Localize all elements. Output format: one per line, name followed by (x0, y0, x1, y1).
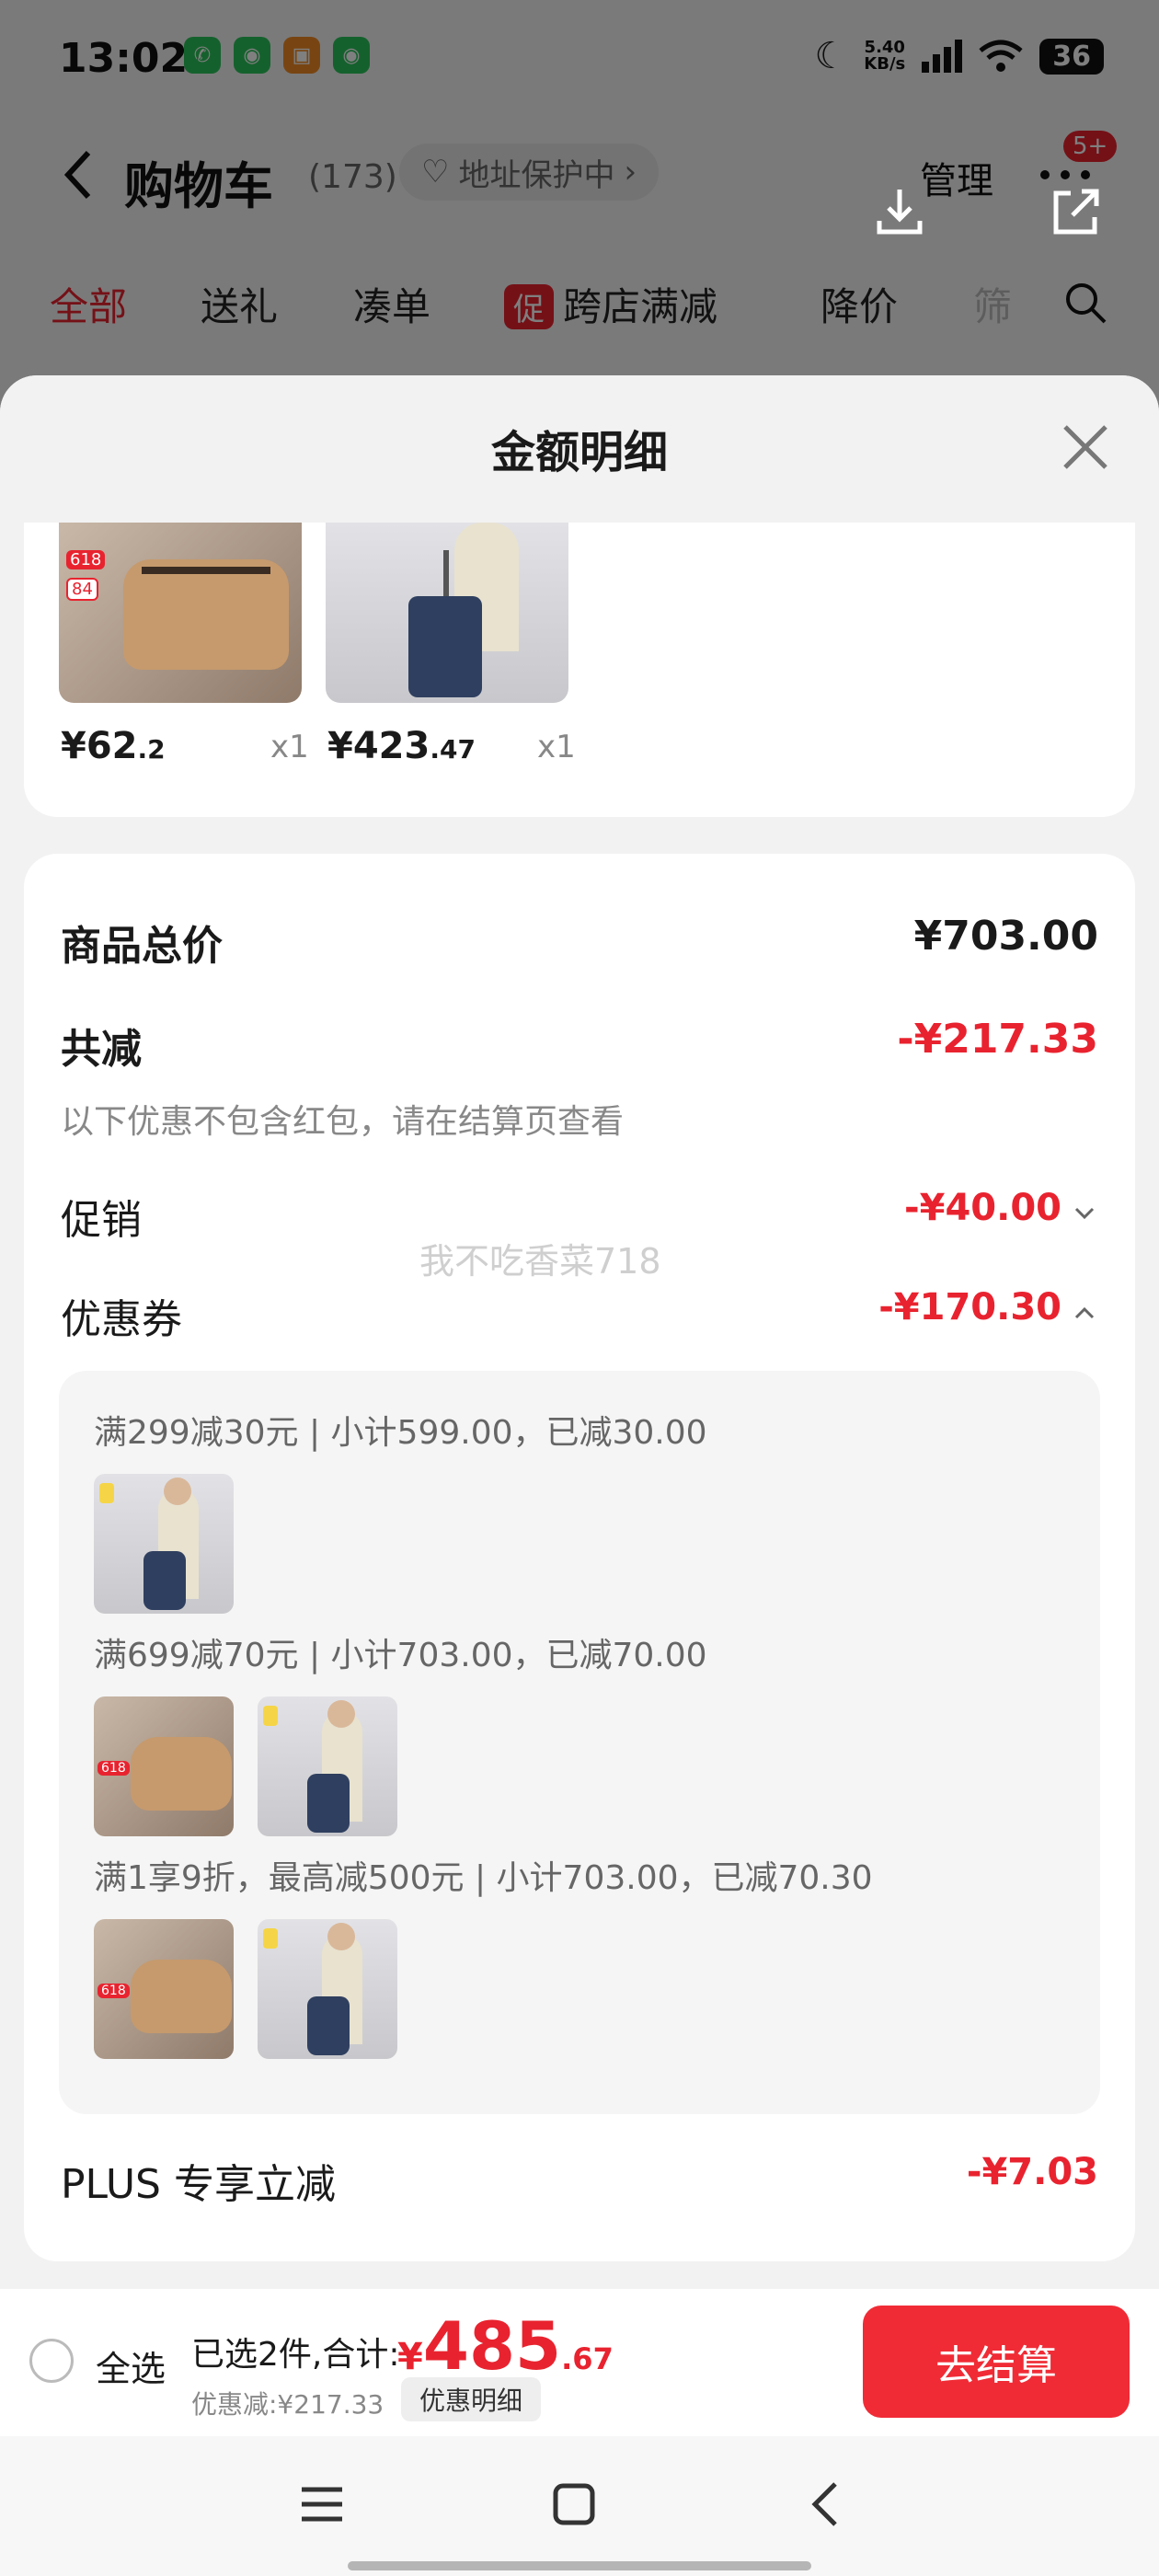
select-all-radio[interactable] (29, 2339, 74, 2383)
plus-discount-label: PLUS 专享立减 (61, 2161, 336, 2208)
chevron-up-icon (1074, 1306, 1095, 1319)
chevron-down-icon (1074, 1207, 1095, 1220)
total-reduce-value: -¥217.33 (897, 1016, 1098, 1063)
coupon-row[interactable]: 优惠券 -¥170.30 (61, 1286, 1098, 1343)
total-price-row: 商品总价 ¥703.00 (61, 913, 1098, 970)
watermark: 我不吃香菜718 (419, 1241, 661, 1282)
suitcase-thumb (94, 1474, 234, 1614)
home-indicator[interactable] (348, 2561, 811, 2570)
discount-summary: 优惠减:¥217.33 (191, 2389, 384, 2420)
system-nav-bar (0, 2436, 1159, 2576)
total-amount: ¥485.67 (397, 2307, 614, 2385)
product-item[interactable]: ¥423.47 x1 (326, 523, 576, 767)
home-icon[interactable] (546, 2477, 602, 2532)
product-qty: x1 (270, 729, 309, 765)
product-qty: x1 (537, 729, 576, 765)
promotion-label: 促销 (61, 1197, 142, 1244)
back-icon[interactable] (800, 2477, 855, 2532)
toiletry-bag-image: 618 84 (59, 523, 302, 703)
checkout-bar: 全选 已选2件,合计: ¥485.67 优惠减:¥217.33 优惠明细 去结算 (0, 2289, 1159, 2436)
download-icon[interactable] (872, 184, 927, 239)
plus-discount-row: PLUS 专享立减 -¥7.03 (61, 2151, 1098, 2208)
toiletry-bag-thumb: 618 (94, 1696, 234, 1836)
discount-detail-button[interactable]: 优惠明细 (401, 2377, 542, 2421)
total-reduce-label: 共减 (61, 1026, 142, 1073)
suitcase-image (326, 523, 568, 703)
coupon-rule: 满699减70元 | 小计703.00，已减70.00 (94, 1637, 707, 1674)
select-all-label[interactable]: 全选 (96, 2340, 166, 2391)
product-item[interactable]: 618 84 ¥62.2 x1 (59, 523, 309, 767)
promotion-value: -¥40.00 (904, 1187, 1061, 1229)
coupon-detail-box: 满299减30元 | 小计599.00，已减30.00 满699减70元 | 小… (59, 1371, 1100, 2114)
amount-detail-card: 商品总价 ¥703.00 共减 -¥217.33 以下优惠不包含红包，请在结算页… (24, 854, 1135, 2261)
sheet-header: 金额明细 (0, 375, 1159, 523)
close-icon[interactable] (1060, 421, 1111, 473)
plus-discount-value: -¥7.03 (966, 2151, 1098, 2193)
checkout-button[interactable]: 去结算 (863, 2306, 1130, 2418)
product-price: ¥62.2 (61, 725, 166, 767)
selected-summary: 已选2件,合计: (191, 2336, 400, 2374)
overlay-dim[interactable] (0, 0, 1159, 386)
total-price-value: ¥703.00 (913, 913, 1098, 960)
sheet-title: 金额明细 (490, 427, 668, 478)
coupon-products: 618 (94, 1919, 397, 2059)
coupon-value: -¥170.30 (878, 1286, 1061, 1328)
product-price: ¥423.47 (327, 725, 476, 767)
suitcase-thumb (258, 1919, 397, 2059)
product-card: 618 84 ¥62.2 x1 ¥423.47 x1 (24, 523, 1135, 817)
coupon-rule: 满299减30元 | 小计599.00，已减30.00 (94, 1414, 707, 1452)
coupon-products (94, 1474, 234, 1614)
menu-icon[interactable] (294, 2477, 350, 2532)
toiletry-bag-thumb: 618 (94, 1919, 234, 2059)
share-icon[interactable] (1049, 184, 1104, 239)
coupon-rule: 满1享9折，最高减500元 | 小计703.00，已减70.30 (94, 1859, 873, 1897)
total-price-label: 商品总价 (61, 923, 223, 970)
amount-detail-sheet: 618 84 ¥62.2 x1 ¥423.47 x1 金额明细 商品总价 ¥70… (0, 375, 1159, 2300)
discount-note: 以下优惠不包含红包，请在结算页查看 (61, 1103, 625, 1141)
coupon-label: 优惠券 (61, 1296, 182, 1343)
coupon-products: 618 (94, 1696, 397, 1836)
total-reduce-row: 共减 -¥217.33 (61, 1016, 1098, 1073)
suitcase-thumb (258, 1696, 397, 1836)
